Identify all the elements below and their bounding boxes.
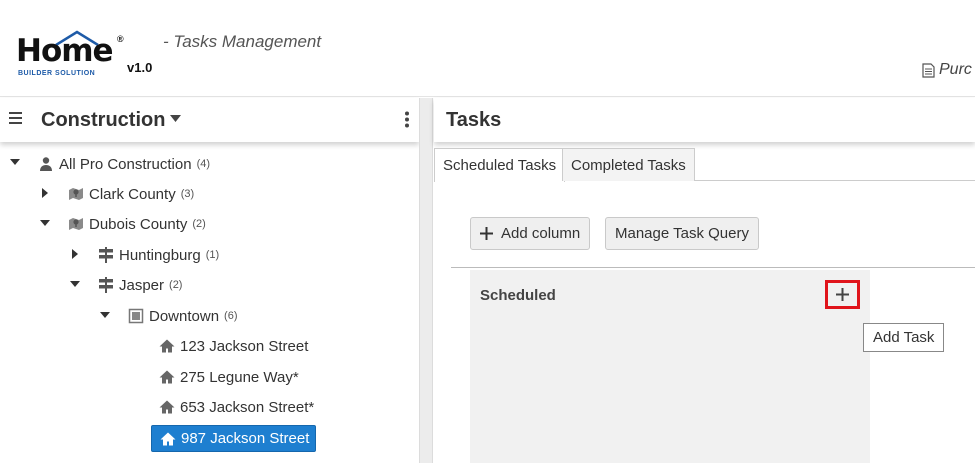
tasks-panel: Tasks Scheduled Tasks Completed Tasks Ad… (434, 98, 975, 463)
app-window: Home ® BUILDER SOLUTION v1.0 - Tasks Man… (0, 0, 975, 463)
collapse-arrow-icon[interactable] (70, 279, 80, 289)
tree-node-count: (6) (224, 310, 238, 322)
tree-node-987-jackson-street[interactable]: 987 Jackson Street (151, 425, 317, 452)
tree-node-jasper[interactable]: Jasper (2) (98, 274, 182, 296)
logo-version: v1.0 (127, 60, 153, 75)
tree-node-count: (3) (180, 188, 195, 200)
tree-node-275-legune-way[interactable]: 275 Legune Way* (159, 366, 299, 388)
signpost-icon (99, 277, 113, 293)
home-builder-logo[interactable]: Home ® BUILDER SOLUTION v1.0 (16, 30, 156, 82)
tree-node-all-pro-construction[interactable]: All Pro Construction (4) (38, 153, 210, 175)
sidebar: Construction All Pro Construction (4) Cl… (0, 98, 419, 463)
tab-completed-tasks[interactable]: Completed Tasks (562, 148, 695, 181)
tree-node-count: (1) (205, 249, 220, 261)
kebab-icon[interactable] (404, 111, 410, 128)
person-icon (40, 157, 52, 171)
add-task-tooltip: Add Task (863, 323, 945, 352)
logo-tagline: BUILDER SOLUTION (18, 70, 96, 77)
tree-node-downtown[interactable]: Downtown (6) (128, 305, 238, 327)
app-header: Home ® BUILDER SOLUTION v1.0 - Tasks Man… (0, 0, 975, 97)
tree-node-label: Downtown (149, 307, 220, 325)
house-icon (159, 400, 175, 414)
tree-node-label: 123 Jackson Street (180, 337, 309, 355)
tree-node-123-jackson-street[interactable]: 123 Jackson Street (159, 335, 308, 357)
plus-icon (836, 288, 849, 301)
add-column-label: Add column (501, 225, 581, 242)
collapse-arrow-icon[interactable] (40, 218, 50, 228)
tree-node-dubois-county[interactable]: Dubois County (2) (68, 213, 206, 235)
purchase-link[interactable]: Purc (922, 61, 972, 79)
tree-node-label: 653 Jackson Street* (180, 398, 315, 416)
expand-arrow-icon[interactable] (70, 249, 80, 259)
manage-task-query-button[interactable]: Manage Task Query (605, 217, 759, 250)
tasks-title: Tasks (446, 109, 502, 131)
caret-down-icon[interactable] (170, 115, 181, 123)
tree-node-count: (2) (192, 218, 206, 230)
logo-word: Home (16, 33, 114, 69)
house-icon (160, 432, 176, 445)
toolbar-divider (451, 267, 975, 268)
tree-node-label: Dubois County (89, 215, 188, 233)
tree-node-label: Huntingburg (119, 246, 201, 264)
collapse-arrow-icon[interactable] (10, 157, 20, 167)
house-icon (159, 339, 175, 353)
expand-arrow-icon[interactable] (40, 188, 50, 198)
tree-node-count: (2) (169, 279, 183, 291)
tree-node-label: 987 Jackson Street (181, 430, 310, 447)
house-icon (159, 370, 175, 384)
plus-icon (480, 227, 493, 240)
hamburger-icon[interactable] (9, 111, 23, 125)
column-title: Scheduled (480, 287, 556, 304)
map-icon (69, 218, 83, 230)
app-subtitle: - Tasks Management (163, 32, 322, 51)
tab-scheduled-tasks[interactable]: Scheduled Tasks (434, 148, 566, 182)
purchase-link-label: Purc (939, 61, 972, 78)
tree-node-label: All Pro Construction (59, 155, 192, 173)
tree-node-label: Clark County (89, 185, 176, 203)
tree-node-count: (4) (196, 158, 211, 170)
document-icon (922, 62, 935, 78)
collapse-arrow-icon[interactable] (100, 310, 110, 320)
sidebar-title[interactable]: Construction (41, 109, 165, 132)
tree-node-label: Jasper (119, 276, 165, 294)
tree-node-label: 275 Legune Way* (180, 368, 299, 386)
sidebar-header: Construction (0, 98, 419, 142)
tasks-tabs: Scheduled Tasks Completed Tasks (434, 148, 975, 182)
tree-node-clark-county[interactable]: Clark County (3) (68, 183, 194, 205)
add-column-button[interactable]: Add column (470, 217, 591, 250)
building-icon (128, 308, 144, 324)
map-icon (69, 188, 83, 200)
logo-registered-mark: ® (117, 34, 124, 44)
tasks-header: Tasks (434, 98, 975, 142)
signpost-icon (99, 247, 113, 263)
tree-node-huntingburg[interactable]: Huntingburg (1) (98, 244, 219, 266)
panel-splitter[interactable] (419, 98, 433, 463)
add-task-button[interactable] (825, 280, 860, 309)
scheduled-column: Scheduled (470, 270, 870, 463)
tree-node-653-jackson-street[interactable]: 653 Jackson Street* (159, 396, 314, 418)
